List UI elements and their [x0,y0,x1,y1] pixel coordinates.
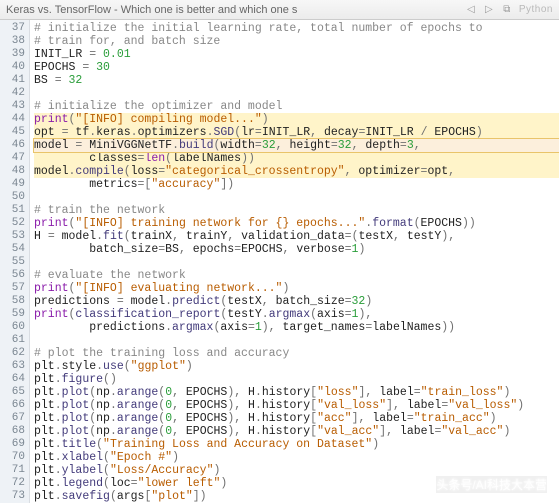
code-line[interactable]: print("[INFO] training network for {} ep… [34,217,559,230]
code-line[interactable]: classes=len(labelNames)) [34,152,559,165]
line-number: 72 [0,477,25,490]
line-number: 51 [0,204,25,217]
line-number: 38 [0,35,25,48]
window-title: Keras vs. TensorFlow - Which one is bett… [6,4,461,16]
code-line[interactable]: plt.plot(np.arange(0, EPOCHS), H.history… [34,425,559,438]
line-number: 50 [0,191,25,204]
code-line[interactable]: print("[INFO] evaluating network...") [34,282,559,295]
code-line[interactable] [34,87,559,100]
code-line[interactable]: batch_size=BS, epochs=EPOCHS, verbose=1) [34,243,559,256]
code-line[interactable]: plt.savefig(args["plot"]) [34,490,559,503]
line-number: 54 [0,243,25,256]
line-number: 45 [0,126,25,139]
code-line[interactable] [34,334,559,347]
code-line[interactable]: metrics=["accuracy"]) [34,178,559,191]
code-line[interactable]: plt.style.use("ggplot") [34,360,559,373]
line-number: 71 [0,464,25,477]
line-number: 58 [0,295,25,308]
line-number: 48 [0,165,25,178]
code-line[interactable]: plt.plot(np.arange(0, EPOCHS), H.history… [34,399,559,412]
code-line[interactable]: # evaluate the network [34,269,559,282]
line-number: 67 [0,412,25,425]
code-line[interactable]: print("[INFO] compiling model...") [34,113,559,126]
code-line[interactable]: # train for, and batch size [34,35,559,48]
prev-icon[interactable]: ◁ [463,3,479,17]
language-badge: Python [519,4,553,15]
code-line[interactable]: plt.xlabel("Epoch #") [34,451,559,464]
code-line[interactable]: plt.title("Training Loss and Accuracy on… [34,438,559,451]
line-number: 44 [0,113,25,126]
line-number: 41 [0,74,25,87]
line-number: 60 [0,321,25,334]
line-number: 43 [0,100,25,113]
line-number: 39 [0,48,25,61]
code-line[interactable]: # plot the training loss and accuracy [34,347,559,360]
code-line[interactable]: model.compile(loss="categorical_crossent… [34,165,559,178]
copy-icon[interactable]: ⧉ [499,3,515,17]
code-line[interactable]: plt.ylabel("Loss/Accuracy") [34,464,559,477]
line-number: 52 [0,217,25,230]
code-editor[interactable]: 3738394041424344454647484950515253545556… [0,20,559,503]
line-number: 47 [0,152,25,165]
line-number: 53 [0,230,25,243]
code-line[interactable]: H = model.fit(trainX, trainY, validation… [34,230,559,243]
line-number: 73 [0,490,25,503]
code-line[interactable] [34,191,559,204]
line-number: 56 [0,269,25,282]
code-line[interactable]: plt.legend(loc="lower left") [34,477,559,490]
line-number: 59 [0,308,25,321]
code-line[interactable]: plt.plot(np.arange(0, EPOCHS), H.history… [34,412,559,425]
line-number-gutter: 3738394041424344454647484950515253545556… [0,20,30,503]
line-number: 49 [0,178,25,191]
line-number: 61 [0,334,25,347]
code-line[interactable]: EPOCHS = 30 [34,61,559,74]
code-line[interactable]: print(classification_report(testY.argmax… [34,308,559,321]
line-number: 42 [0,87,25,100]
line-number: 62 [0,347,25,360]
code-line[interactable]: predictions = model.predict(testX, batch… [34,295,559,308]
line-number: 66 [0,399,25,412]
line-number: 64 [0,373,25,386]
line-number: 46 [0,139,25,152]
line-number: 68 [0,425,25,438]
line-number: 65 [0,386,25,399]
code-line[interactable]: BS = 32 [34,74,559,87]
line-number: 37 [0,22,25,35]
code-line[interactable]: predictions.argmax(axis=1), target_names… [34,321,559,334]
line-number: 40 [0,61,25,74]
code-area[interactable]: # initialize the initial learning rate, … [30,20,559,503]
code-line[interactable]: plt.plot(np.arange(0, EPOCHS), H.history… [34,386,559,399]
next-icon[interactable]: ▷ [481,3,497,17]
line-number: 57 [0,282,25,295]
line-number: 55 [0,256,25,269]
code-line[interactable]: INIT_LR = 0.01 [34,48,559,61]
code-line[interactable]: # initialize the initial learning rate, … [34,22,559,35]
code-line[interactable]: # initialize the optimizer and model [34,100,559,113]
code-line[interactable]: model = MiniVGGNetTF.build(width=32, hei… [34,139,559,152]
code-line[interactable]: # train the network [34,204,559,217]
code-line[interactable]: opt = tf.keras.optimizers.SGD(lr=INIT_LR… [34,126,559,139]
title-bar: Keras vs. TensorFlow - Which one is bett… [0,0,559,20]
line-number: 69 [0,438,25,451]
line-number: 70 [0,451,25,464]
line-number: 63 [0,360,25,373]
code-line[interactable] [34,256,559,269]
code-line[interactable]: plt.figure() [34,373,559,386]
